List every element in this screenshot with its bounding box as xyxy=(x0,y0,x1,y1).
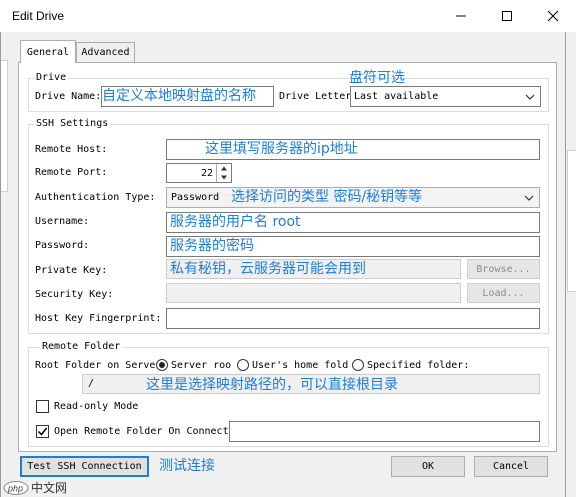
remote-host-label: Remote Host: xyxy=(35,144,108,155)
password-label: Password: xyxy=(35,240,90,251)
port-decrement-button[interactable] xyxy=(216,173,231,182)
drive-group-legend: Drive xyxy=(34,72,69,84)
minimize-button[interactable] xyxy=(438,0,484,32)
chevron-down-icon xyxy=(524,195,534,201)
drive-letter-select[interactable]: Last available xyxy=(350,86,541,107)
window-title: Edit Drive xyxy=(12,9,65,23)
ssh-settings-legend: SSH Settings xyxy=(34,118,111,130)
annotation-auth: 选择访问的类型 密码/秘钥等等 xyxy=(231,189,423,205)
annotation-private-key: 私有秘钥，云服务器可能会用到 xyxy=(170,261,366,277)
security-key-input[interactable] xyxy=(166,283,461,303)
annotation-username: 服务器的用户名 root xyxy=(170,214,301,230)
remote-port-value: 22 xyxy=(200,168,213,179)
svg-text:php: php xyxy=(7,483,23,493)
radio-user-home[interactable] xyxy=(237,359,249,371)
test-ssh-connection-label: Test SSH Connection xyxy=(27,461,142,472)
private-key-label: Private Key: xyxy=(35,265,108,276)
chevron-up-icon xyxy=(221,166,227,171)
remote-folder-legend: Remote Folder xyxy=(40,341,123,353)
authentication-type-label: Authentication Type: xyxy=(35,192,156,203)
annotation-root-folder: 这里是选择映射路径的，可以直接根目录 xyxy=(146,377,398,393)
window-border-left xyxy=(0,32,1,497)
tab-advanced[interactable]: Advanced xyxy=(76,42,135,62)
radio-server-root-label: Server roo xyxy=(171,360,232,371)
host-key-fingerprint-input[interactable] xyxy=(166,308,540,329)
open-on-connect-checkbox[interactable] xyxy=(36,425,49,438)
background-window-left xyxy=(0,60,8,192)
radio-specified-folder[interactable] xyxy=(352,359,364,371)
annotation-password: 服务器的密码 xyxy=(170,238,254,254)
host-key-fingerprint-label: Host Key Fingerprint: xyxy=(35,313,162,324)
maximize-icon xyxy=(502,11,512,21)
annotation-drive-name: 自定义本地映射盘的名称 xyxy=(102,88,256,104)
watermark-text: 中文网 xyxy=(31,481,68,495)
readonly-label: Read-only Mode xyxy=(54,401,139,412)
cancel-button-label: Cancel xyxy=(492,461,530,472)
test-ssh-connection-button[interactable]: Test SSH Connection xyxy=(20,456,149,477)
cancel-button[interactable]: Cancel xyxy=(474,456,548,477)
remote-port-stepper[interactable]: 22 xyxy=(166,163,232,183)
root-folder-label: Root Folder on Serve xyxy=(35,360,156,371)
readonly-checkbox[interactable] xyxy=(36,400,49,413)
browse-button-label: Browse... xyxy=(476,263,531,275)
chevron-down-icon xyxy=(221,175,227,180)
checkmark-icon xyxy=(37,427,48,436)
drive-letter-value: Last available xyxy=(354,91,439,102)
drive-name-label: Drive Name: xyxy=(35,91,102,102)
minimize-icon xyxy=(456,15,466,17)
maximize-button[interactable] xyxy=(484,0,530,32)
annotation-test: 测试连接 xyxy=(159,458,215,474)
radio-user-home-label: User's home fold xyxy=(252,360,349,371)
watermark-logo: php 中文网 xyxy=(3,479,67,496)
radio-specified-folder-label: Specified folder: xyxy=(367,360,470,371)
username-label: Username: xyxy=(35,216,90,227)
close-icon xyxy=(547,10,559,22)
open-on-connect-input[interactable] xyxy=(229,421,540,442)
port-increment-button[interactable] xyxy=(216,164,231,173)
radio-selected-dot xyxy=(159,362,165,368)
php-logo-icon: php xyxy=(3,480,29,495)
tab-advanced-label: Advanced xyxy=(81,47,130,58)
annotation-drive-letter: 盘符可选 xyxy=(349,70,405,86)
background-window-right xyxy=(567,150,576,292)
open-on-connect-label: Open Remote Folder On Connect: xyxy=(54,426,235,437)
load-button-label: Load... xyxy=(482,287,525,299)
radio-server-root[interactable] xyxy=(156,359,168,371)
remote-port-label: Remote Port: xyxy=(35,167,108,178)
authentication-type-value: Password xyxy=(171,192,220,203)
close-button[interactable] xyxy=(530,0,576,32)
window-border-right xyxy=(565,32,566,497)
ok-button-label: OK xyxy=(421,461,435,472)
ok-button[interactable]: OK xyxy=(391,456,465,477)
tab-general-label: General xyxy=(26,46,70,58)
browse-button[interactable]: Browse... xyxy=(467,259,540,279)
security-key-label: Security Key: xyxy=(35,289,114,300)
remote-folder-value: / xyxy=(88,378,95,389)
annotation-host: 这里填写服务器的ip地址 xyxy=(205,141,358,157)
drive-letter-label: Drive Letter xyxy=(279,91,352,102)
tab-general[interactable]: General xyxy=(20,40,76,63)
load-button[interactable]: Load... xyxy=(467,283,540,303)
chevron-down-icon xyxy=(525,94,535,100)
